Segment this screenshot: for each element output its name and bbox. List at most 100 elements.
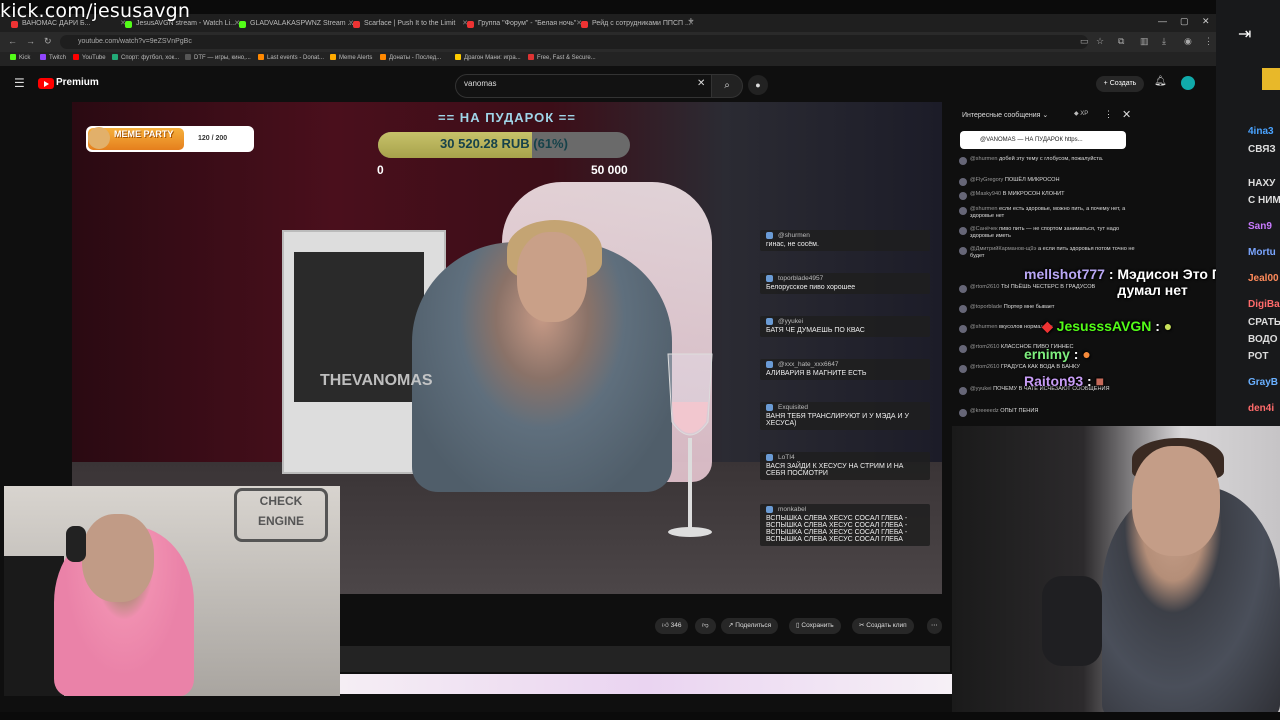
notifications-bell-icon[interactable]: 🔔︎ xyxy=(1154,76,1167,87)
forward-arrow-icon[interactable]: → xyxy=(26,36,35,46)
sidebar-chat-text: СВЯЗ xyxy=(1248,144,1276,155)
chat-text: ВСПЫШКА СЛЕВА ХЕСУС СОСАЛ ГЛЕБА - ВСПЫШК… xyxy=(766,515,908,543)
video-chat-message: Exquisited ВАНЯ ТЕБЯ ТРАНСЛИРУЮТ И У МЭДА… xyxy=(760,402,930,430)
webcam-left: CHECK ENGINE xyxy=(4,486,340,696)
minimize-icon[interactable]: — xyxy=(1158,16,1167,26)
share-label: Поделиться xyxy=(735,622,772,629)
menu-dots-icon[interactable]: ⋮ xyxy=(1204,36,1213,47)
bookmark-donaty[interactable]: Донаты - Послед... xyxy=(380,54,441,61)
kick-chat-separator: : xyxy=(1069,346,1083,362)
more-actions-button[interactable]: ⋯ xyxy=(927,618,942,634)
bookmark-sport[interactable]: Спорт: футбол, хок... xyxy=(112,54,179,61)
bookmark-twitch[interactable]: Twitch xyxy=(40,54,66,61)
kick-chat-username: mellshot777 xyxy=(1024,266,1105,282)
chat-menu-dots-icon[interactable]: ⋮ xyxy=(1104,109,1113,120)
browser-tab-5[interactable]: Группа "Форум" - "Белая ночь" ✕ xyxy=(464,16,586,32)
hamburger-menu-icon[interactable]: ☰ xyxy=(14,76,25,90)
sidebar-chat-text: НАХУ xyxy=(1248,178,1276,189)
sidebar-chat-user: GrayB xyxy=(1248,377,1279,388)
chat-close-icon[interactable]: ✕ xyxy=(1122,108,1131,121)
video-chat-message: toporblade4957 Белорусское пиво хорошее xyxy=(760,273,930,294)
back-arrow-icon[interactable]: ← xyxy=(8,36,17,46)
kick-chat-message: ernimy : ● xyxy=(1024,346,1091,362)
bookmark-donations[interactable]: Last events - Donat... xyxy=(258,54,324,61)
webcam-streamer-head xyxy=(1132,446,1220,556)
create-button[interactable]: + Создать xyxy=(1096,76,1144,92)
dislike-button[interactable]: 👎︎ xyxy=(695,618,716,634)
sidebar-chat-user: Jeal00 xyxy=(1248,273,1279,284)
voice-search-mic-icon[interactable]: ● xyxy=(748,75,768,95)
collapse-menu-icon[interactable]: ⇥ xyxy=(1238,24,1251,44)
pinned-message[interactable]: @VANOMAS — НА ПУДАРОК https... xyxy=(960,131,1126,149)
thumbs-down-icon: 👎︎ xyxy=(702,622,709,629)
chat-text: ВАСЯ ЗАЙДИ К ХЕСУСУ НА СТРИМ И НА СЕБЯ П… xyxy=(766,463,904,477)
chat-username: Exquisited xyxy=(760,402,930,412)
bookmark-star-icon[interactable]: ☆ xyxy=(1096,36,1104,47)
browser-tab-3[interactable]: GLADVALAKASPWNZ Stream ... ✕ xyxy=(236,16,358,32)
download-icon[interactable]: ⤓ xyxy=(1162,36,1166,47)
video-chat-message: @yyukei БАТЯ ЧЕ ДУМАЕШЬ ПО КВАС xyxy=(760,316,930,337)
youtube-icon xyxy=(73,54,79,60)
chat-username: LoTI4 xyxy=(760,452,930,462)
chat-filter-dropdown[interactable]: Интересные сообщения ⌄ xyxy=(962,111,1048,119)
tab-favicon-icon xyxy=(125,21,132,28)
save-button[interactable]: ▯ Сохранить xyxy=(789,618,841,634)
url-field[interactable]: youtube.com/watch?v=9eZSVnPgBc xyxy=(60,35,1088,49)
tab-label: Группа "Форум" - "Белая ночь" xyxy=(478,20,577,27)
chat-message: @rtom2610 ГРАДУСА КАК ВОДА В БАНКУ xyxy=(956,364,1140,373)
bookmark-vpn[interactable]: Free, Fast & Secure... xyxy=(528,54,596,61)
video-description-box[interactable] xyxy=(340,646,950,672)
browser-tab-4[interactable]: Scarface | Push It to the Limit ✕ xyxy=(350,16,472,32)
sidebar-chat-user: DigiBa xyxy=(1248,299,1280,310)
headset-icon xyxy=(66,526,86,562)
chat-message: @ДмитрийКарманов-щ9э а если пить здоровь… xyxy=(956,246,1140,260)
meme-party-label: MEME PARTY xyxy=(114,129,174,139)
browser-tab-6[interactable]: Рейд с сотрудниками ППСП ... ✕ xyxy=(578,16,698,32)
kick-chat-message: ◆ JesusssAVGN : ● xyxy=(1042,318,1172,335)
bookmark-dtf[interactable]: DTF — игры, кино,... xyxy=(185,54,251,61)
profile-icon[interactable]: ◉ xyxy=(1184,36,1192,47)
like-button[interactable]: 👍︎ 346 xyxy=(655,618,689,634)
chat-username: @Санёчек xyxy=(970,226,998,232)
bookmark-meme-alerts[interactable]: Meme Alerts xyxy=(330,54,372,61)
kick-chat-separator: : xyxy=(1151,318,1164,334)
chat-text: Портер мне бывает xyxy=(1003,304,1055,310)
bookmark-kick[interactable]: Kick xyxy=(10,54,30,61)
clip-button[interactable]: ✂ Создать клип xyxy=(852,618,914,634)
account-avatar[interactable] xyxy=(1181,76,1195,90)
tab-favicon-icon xyxy=(239,21,246,28)
chat-points-icon[interactable]: ◆ XP xyxy=(1074,110,1088,117)
tab-favicon-icon xyxy=(353,21,360,28)
share-button[interactable]: ↗ Поделиться xyxy=(721,618,779,634)
new-tab-plus-icon[interactable]: + xyxy=(688,16,694,27)
sidebar-icon[interactable]: ▥ xyxy=(1140,36,1149,47)
bookmark-dragon-money[interactable]: Драгон Мани: игра... xyxy=(455,54,521,61)
chat-username: @yyukei xyxy=(760,316,930,326)
maximize-icon[interactable]: ▢ xyxy=(1180,16,1189,27)
bookmark-youtube[interactable]: YouTube xyxy=(73,54,106,61)
clear-search-icon[interactable]: ✕ xyxy=(697,78,705,89)
tab-label: Рейд с сотрудниками ППСП ... xyxy=(592,20,691,27)
window-close-icon[interactable]: ✕ xyxy=(1202,16,1210,27)
youtube-header: ☰ Premium vanomas ✕ ⌕ ● + Создать 🔔︎ xyxy=(0,66,1216,102)
bookmark-label: Meme Alerts xyxy=(339,55,373,61)
bookmark-label: DTF — игры, кино,... xyxy=(194,55,251,61)
chat-message: @Санёчек пиво пить — не спортом занимать… xyxy=(956,226,1140,240)
kick-chat-separator: : xyxy=(1104,266,1118,282)
cast-icon[interactable]: ▭ xyxy=(1080,36,1089,47)
dtf-icon xyxy=(185,54,191,60)
bookmark-label: Last events - Donat... xyxy=(267,55,325,61)
search-button[interactable]: ⌕ xyxy=(711,74,743,98)
chat-text: гинас, не сосём. xyxy=(766,241,819,248)
extensions-icon[interactable]: ⧉ xyxy=(1118,36,1124,47)
video-chat-message: monkabel ВСПЫШКА СЛЕВА ХЕСУС СОСАЛ ГЛЕБА … xyxy=(760,504,930,546)
sidebar-chat-text: РОТ xyxy=(1248,351,1269,362)
reload-icon[interactable]: ↻ xyxy=(44,36,52,47)
more-dots-icon: ⋯ xyxy=(931,622,938,629)
clip-label: Создать клип xyxy=(866,622,907,629)
bookmarks-bar: Kick Twitch YouTube Спорт: футбол, хок..… xyxy=(0,52,1216,66)
tab-favicon-icon xyxy=(467,21,474,28)
sidebar-chat-user: Mortu xyxy=(1248,247,1276,258)
chat-text: ОПЫТ ПЕНИЯ xyxy=(1000,408,1039,414)
chat-username: @Masky940 xyxy=(970,191,1002,197)
